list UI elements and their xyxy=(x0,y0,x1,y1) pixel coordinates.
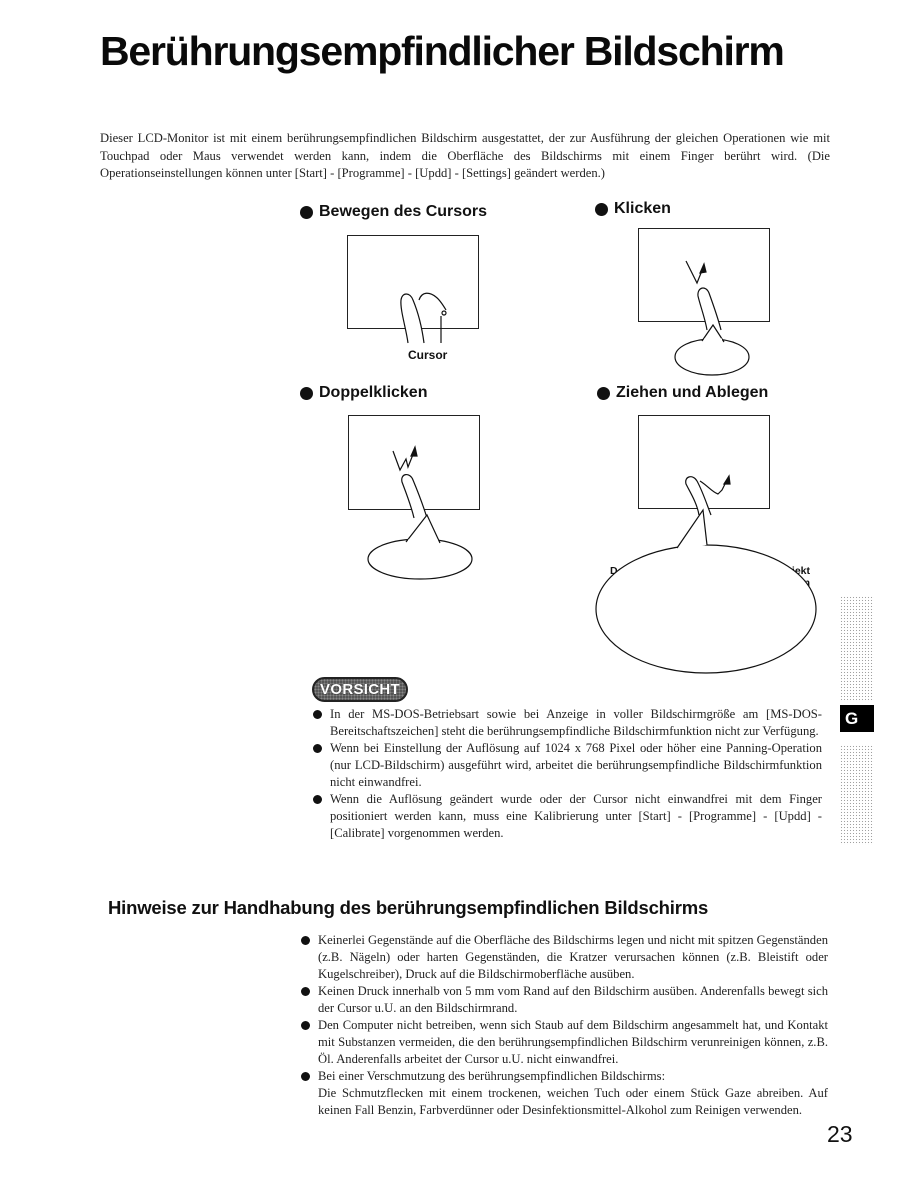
click-bubble-text: Einmal antippen xyxy=(684,350,744,374)
bullet-icon xyxy=(595,202,608,216)
page-number: 23 xyxy=(827,1121,853,1147)
section-tab: G xyxy=(840,705,874,732)
handling-item: Bei einer Verschmutzung des berührungsem… xyxy=(300,1068,828,1119)
bullet-icon xyxy=(300,205,313,219)
bubble-line: antippen xyxy=(691,362,737,374)
screen-illustration-move xyxy=(347,235,479,329)
heading-drag-drop-label: Ziehen und Ablegen xyxy=(616,384,769,401)
handling-item: Keinerlei Gegenstände auf die Oberfläche… xyxy=(300,932,828,983)
screen-illustration-click xyxy=(638,228,770,322)
bubble-line: Einmal xyxy=(695,350,733,362)
heading-move-cursor: Bewegen des Cursors xyxy=(300,203,487,221)
bubble-line: antippen xyxy=(386,561,432,573)
bubble-line: Zweimal kurz xyxy=(386,549,456,561)
caution-item: In der MS-DOS-Betriebsart sowie bei Anze… xyxy=(312,706,822,740)
intro-paragraph: Dieser LCD-Monitor ist mit einem berühru… xyxy=(100,131,830,180)
heading-drag-drop: Ziehen und Ablegen xyxy=(597,384,768,402)
handling-list: Keinerlei Gegenstände auf die Oberfläche… xyxy=(300,932,828,1119)
bullet-icon xyxy=(300,386,313,400)
heading-click: Klicken xyxy=(595,200,671,218)
drag-bubble-text: Den Finger auf das gewünschte Objekt (z.… xyxy=(610,565,810,640)
section-tab-texture-top xyxy=(840,596,874,702)
screen-illustration-double-click xyxy=(348,415,480,510)
page-title: Berührungsempfindlicher Bildschirm xyxy=(100,28,785,74)
bullet-icon xyxy=(597,386,610,400)
handling-item: Den Computer nicht betreiben, wenn sich … xyxy=(300,1017,828,1068)
heading-move-cursor-label: Bewegen des Cursors xyxy=(319,203,488,220)
cursor-caption: Cursor xyxy=(408,348,448,362)
caution-item: Wenn die Auflösung geändert wurde oder d… xyxy=(312,791,822,842)
double-click-bubble-text: Zweimal kurz antippen xyxy=(386,549,476,573)
section-tab-texture-bottom xyxy=(840,745,874,845)
caution-item: Wenn bei Einstellung der Auflösung auf 1… xyxy=(312,740,822,791)
handling-heading: Hinweise zur Handhabung des berührungsem… xyxy=(108,897,709,918)
heading-click-label: Klicken xyxy=(614,200,671,217)
handling-item: Keinen Druck innerhalb von 5 mm vom Rand… xyxy=(300,983,828,1017)
caution-badge: VORSICHT xyxy=(312,677,408,702)
heading-double-click: Doppelklicken xyxy=(300,384,427,402)
caution-list: In der MS-DOS-Betriebsart sowie bei Anze… xyxy=(312,706,822,842)
screen-illustration-drag xyxy=(638,415,770,509)
heading-double-click-label: Doppelklicken xyxy=(319,384,428,401)
